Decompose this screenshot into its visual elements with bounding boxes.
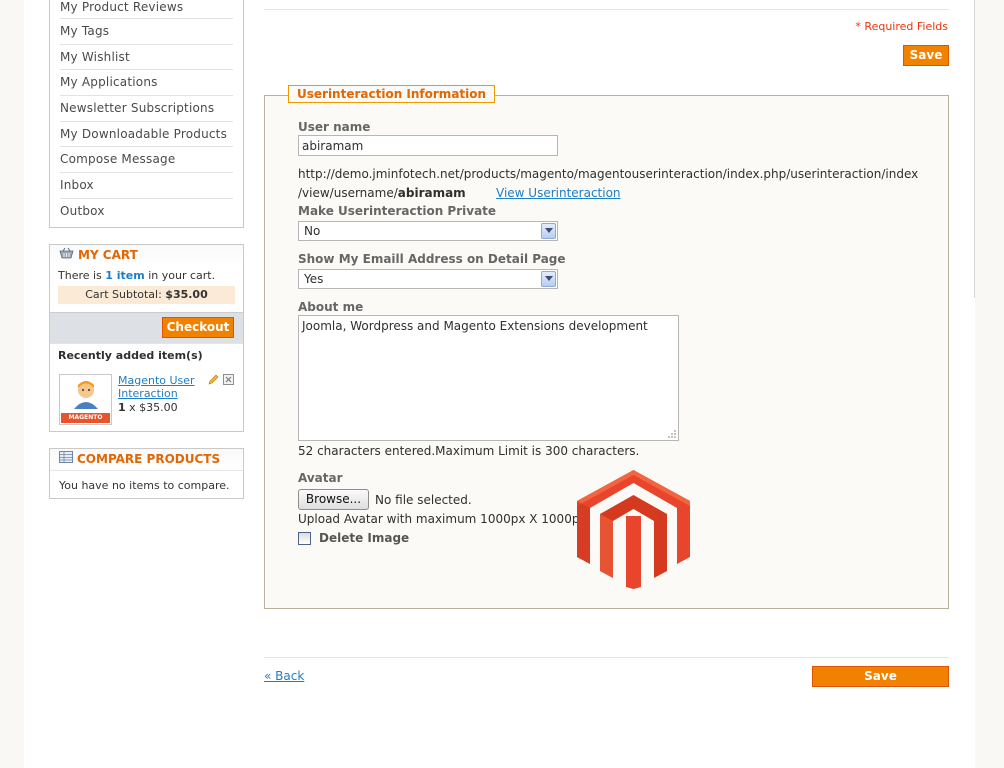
delete-image-label: Delete Image bbox=[319, 531, 410, 545]
subtotal-label: Cart Subtotal: bbox=[85, 287, 166, 301]
nav-item-my-product-reviews[interactable]: My Product Reviews bbox=[60, 0, 233, 19]
checkout-bar: Checkout bbox=[50, 311, 243, 343]
nav-item-compose-message[interactable]: Compose Message bbox=[60, 147, 233, 174]
recent-items-title: Recently added item(s) bbox=[50, 342, 243, 367]
recent-item: MAGENTO Magento User Interaction 1 x $35… bbox=[50, 367, 243, 431]
no-file-text: No file selected. bbox=[375, 493, 472, 507]
email-visibility-select[interactable]: Yes bbox=[298, 269, 558, 289]
basket-icon bbox=[59, 245, 74, 265]
private-select-value: No bbox=[304, 224, 321, 238]
username-label: User name bbox=[298, 120, 371, 134]
resize-grip-icon[interactable] bbox=[666, 428, 677, 439]
email-visibility-select-value: Yes bbox=[304, 272, 324, 286]
recent-item-link[interactable]: Magento User Interaction bbox=[118, 374, 198, 400]
about-me-label: About me bbox=[298, 300, 364, 314]
nav-item-my-tags[interactable]: My Tags bbox=[60, 19, 233, 45]
email-visibility-label: Show My Emaill Address on Detail Page bbox=[298, 252, 566, 266]
view-userinteraction-link[interactable]: View Userinteraction bbox=[496, 186, 621, 200]
nav-item-my-wishlist[interactable]: My Wishlist bbox=[60, 45, 233, 71]
save-button[interactable]: Save bbox=[903, 45, 949, 66]
mini-cart: MY CART There is 1 item in your cart. Ca… bbox=[49, 243, 244, 432]
nav-item-outbox[interactable]: Outbox bbox=[60, 199, 233, 225]
compare-table-icon bbox=[59, 449, 73, 469]
browse-button[interactable]: Browse... bbox=[298, 489, 369, 510]
cart-subtotal: Cart Subtotal: $35.00 bbox=[58, 285, 235, 304]
subtotal-value: $35.00 bbox=[165, 287, 208, 301]
compare-empty-text: You have no items to compare. bbox=[50, 469, 243, 498]
recent-item-qty-price: 1 x $35.00 bbox=[118, 401, 178, 414]
profile-url-user: abiramam bbox=[397, 186, 466, 200]
cart-text-after: in your cart. bbox=[144, 268, 216, 282]
chevron-down-icon[interactable] bbox=[541, 223, 556, 239]
private-label: Make Userinteraction Private bbox=[298, 204, 497, 218]
remove-icon[interactable] bbox=[223, 373, 234, 385]
about-me-text: Joomla, Wordpress and Magento Extensions… bbox=[302, 319, 648, 333]
nav-item-newsletter-subscriptions[interactable]: Newsletter Subscriptions bbox=[60, 96, 233, 122]
compare-title-text: COMPARE PRODUCTS bbox=[77, 451, 221, 466]
product-thumbnail[interactable]: MAGENTO bbox=[59, 373, 112, 425]
cart-text-before: There is bbox=[58, 268, 106, 282]
save-userinteraction-button[interactable]: Save Userinteraction bbox=[812, 666, 949, 702]
top-divider bbox=[264, 9, 949, 10]
bottom-divider bbox=[264, 657, 949, 658]
private-select[interactable]: No bbox=[298, 221, 558, 241]
magento-logo bbox=[577, 470, 690, 589]
username-input[interactable] bbox=[298, 135, 558, 156]
page-edge bbox=[974, 0, 975, 298]
upload-hint-text: Upload Avatar with maximum 1000px X 1000… bbox=[298, 512, 587, 526]
checkout-button[interactable]: Checkout bbox=[162, 316, 234, 338]
recent-item-qty: 1 bbox=[118, 400, 126, 414]
profile-url-line1: http://demo.jminfotech.net/products/mage… bbox=[298, 167, 919, 181]
avatar-label: Avatar bbox=[298, 471, 343, 485]
profile-url-line2: /view/username/abiramam bbox=[298, 186, 466, 200]
required-fields-note: * Required Fields bbox=[855, 20, 948, 33]
char-count-text: 52 characters entered.Maximum Limit is 3… bbox=[298, 444, 640, 458]
nav-item-my-applications[interactable]: My Applications bbox=[60, 70, 233, 97]
fieldset-legend: Userinteraction Information bbox=[288, 85, 496, 103]
recent-item-price: x $35.00 bbox=[125, 400, 178, 414]
compare-title: COMPARE PRODUCTS bbox=[50, 448, 243, 470]
nav-item-my-downloadable-products[interactable]: My Downloadable Products bbox=[60, 122, 233, 148]
account-navigation: My Product Reviews My Tags My Wishlist M… bbox=[49, 0, 244, 228]
mini-cart-title-text: MY CART bbox=[78, 247, 138, 262]
cart-items-link[interactable]: 1 item bbox=[105, 269, 144, 282]
nav-item-inbox[interactable]: Inbox bbox=[60, 173, 233, 199]
compare-products: COMPARE PRODUCTS You have no items to co… bbox=[49, 447, 244, 499]
cart-summary: There is 1 item in your cart. bbox=[50, 266, 243, 282]
delete-image-checkbox[interactable] bbox=[298, 532, 311, 545]
back-link[interactable]: « Back bbox=[264, 669, 304, 683]
about-me-textarea[interactable]: Joomla, Wordpress and Magento Extensions… bbox=[298, 315, 679, 441]
mini-cart-title: MY CART bbox=[50, 244, 243, 266]
user-avatar-icon bbox=[74, 380, 98, 409]
thumbnail-tag: MAGENTO bbox=[61, 412, 110, 423]
sidebar: My Product Reviews My Tags My Wishlist M… bbox=[49, 0, 244, 499]
chevron-down-icon[interactable] bbox=[541, 271, 556, 287]
pencil-icon[interactable] bbox=[208, 374, 219, 385]
profile-url-prefix: /view/username/ bbox=[298, 186, 398, 200]
